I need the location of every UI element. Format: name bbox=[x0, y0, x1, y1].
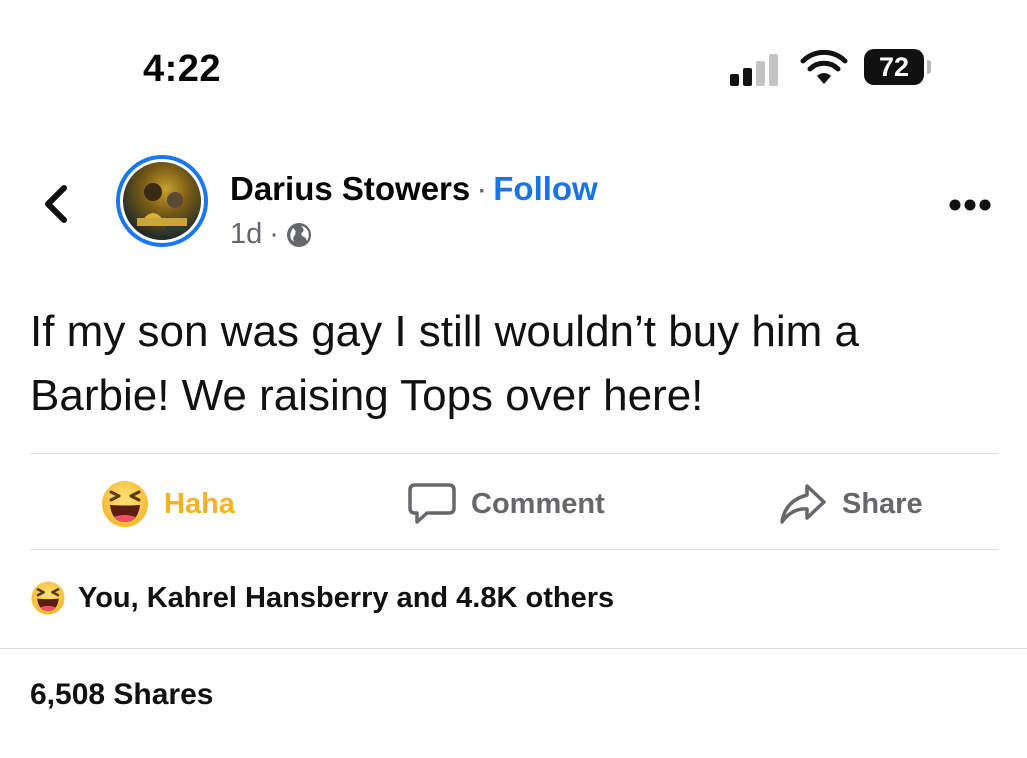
share-button[interactable]: Share bbox=[778, 476, 923, 532]
more-options-icon[interactable] bbox=[948, 195, 992, 215]
haha-label: Haha bbox=[164, 487, 235, 520]
post-screen: 4:22 72 Darius Stowers · Follow 1d · If … bbox=[0, 0, 1027, 758]
post-age[interactable]: 1d bbox=[230, 218, 262, 251]
battery-indicator: 72 bbox=[864, 49, 924, 85]
author-line: Darius Stowers · Follow bbox=[230, 170, 598, 208]
wifi-icon bbox=[800, 50, 848, 84]
avatar[interactable] bbox=[116, 155, 208, 247]
comment-icon bbox=[407, 481, 457, 527]
comment-button[interactable]: Comment bbox=[407, 476, 605, 532]
avatar-image bbox=[123, 162, 201, 240]
reactions-summary[interactable]: You, Kahrel Hansberry and 4.8K others bbox=[30, 580, 614, 616]
battery-cap bbox=[927, 60, 931, 74]
separator-dot: · bbox=[476, 170, 488, 207]
reactions-summary-text: You, Kahrel Hansberry and 4.8K others bbox=[78, 581, 615, 614]
avatar-artwork-icon bbox=[137, 183, 187, 232]
divider bbox=[0, 648, 1027, 649]
divider bbox=[30, 549, 998, 550]
post-text: If my son was gay I still wouldn’t buy h… bbox=[30, 307, 859, 420]
author-name[interactable]: Darius Stowers bbox=[230, 170, 470, 207]
back-chevron-icon[interactable] bbox=[38, 182, 74, 226]
haha-reaction-button[interactable]: Haha bbox=[100, 476, 235, 532]
share-icon bbox=[778, 481, 828, 527]
haha-emoji-icon bbox=[30, 580, 66, 616]
cellular-signal-icon bbox=[730, 54, 782, 86]
shares-count[interactable]: 6,508 Shares bbox=[30, 678, 213, 712]
follow-button[interactable]: Follow bbox=[493, 170, 597, 207]
post-meta: 1d · bbox=[230, 218, 312, 251]
globe-icon bbox=[286, 222, 311, 247]
meta-separator-dot: · bbox=[269, 218, 279, 250]
comment-label: Comment bbox=[471, 487, 605, 520]
share-label: Share bbox=[842, 487, 923, 520]
status-time: 4:22 bbox=[143, 48, 222, 90]
haha-emoji-icon bbox=[100, 479, 150, 529]
divider bbox=[30, 453, 998, 454]
